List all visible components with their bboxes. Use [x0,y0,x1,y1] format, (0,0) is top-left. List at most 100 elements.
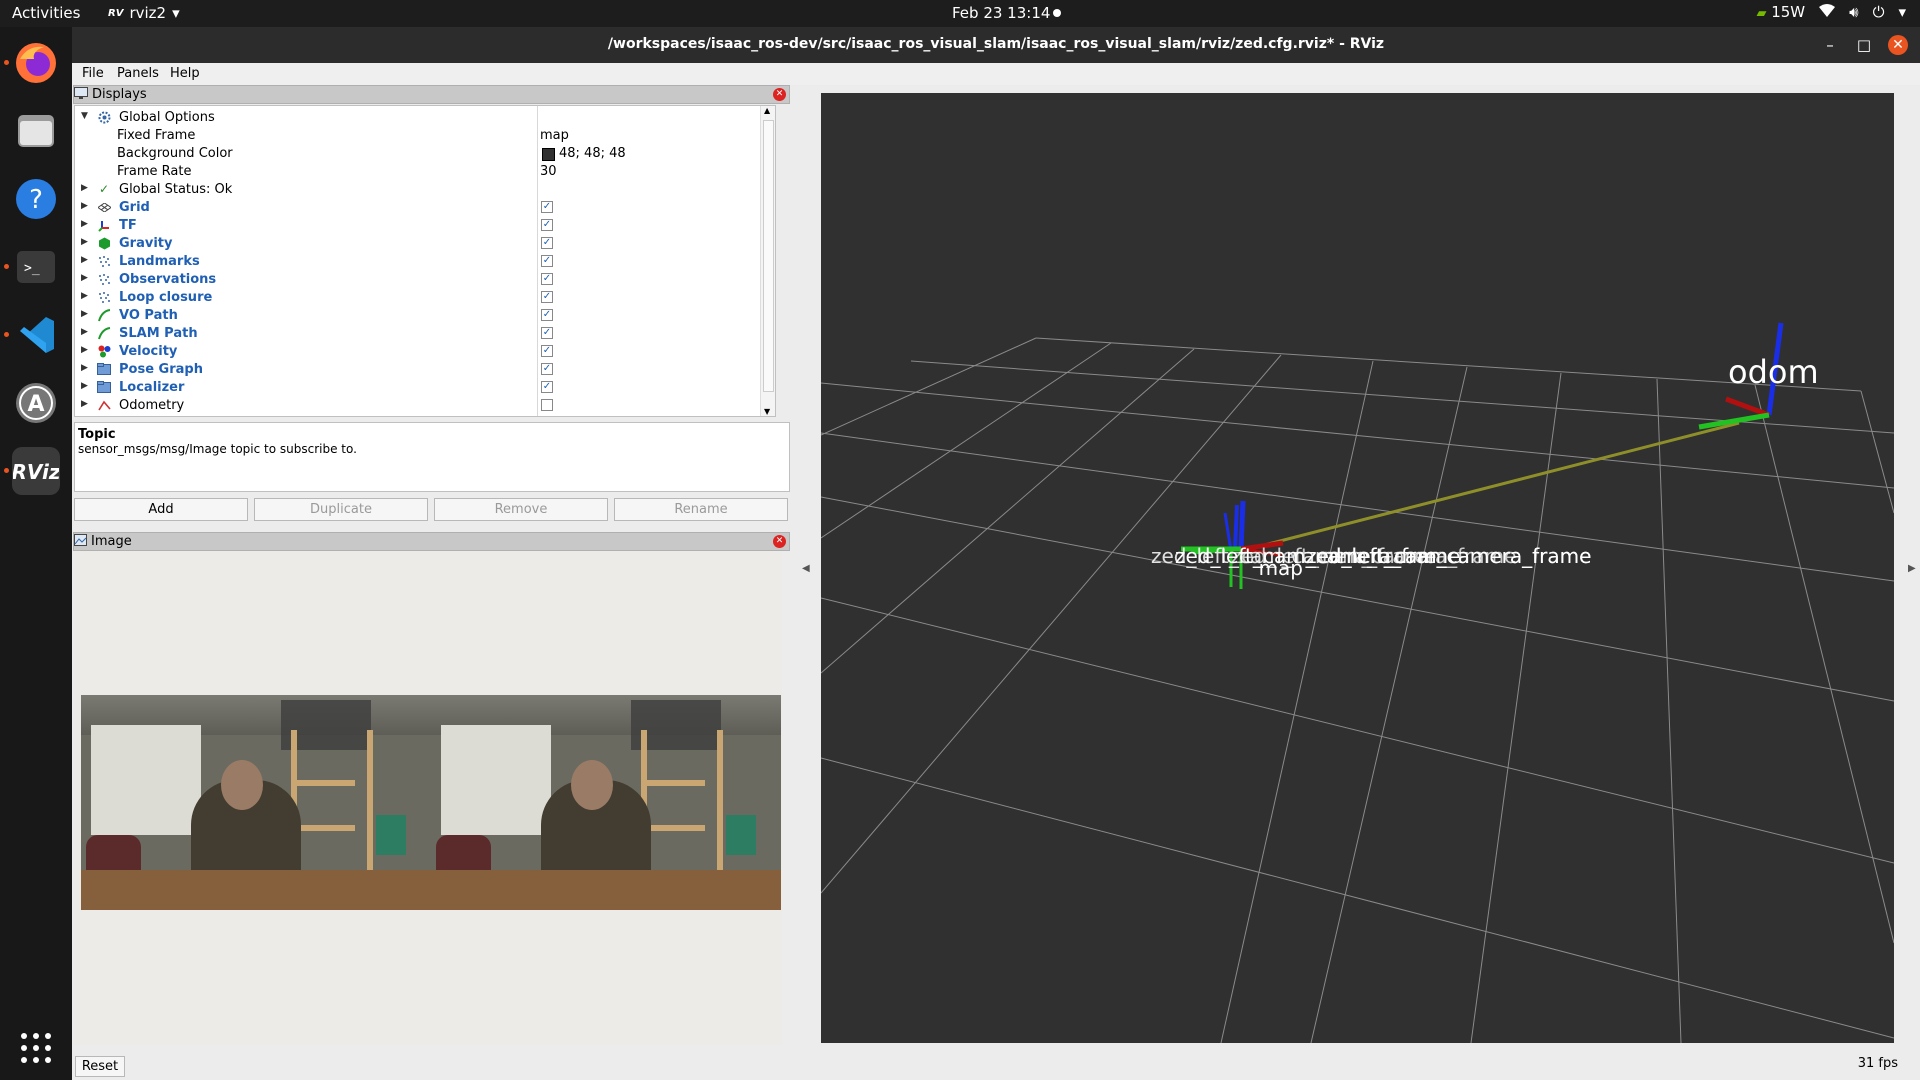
expand-arrow-icon[interactable]: ▶ [81,399,88,409]
collapse-left-icon[interactable]: ◀ [802,563,810,574]
3d-viewport[interactable]: odom zed_left_cam_camera_frame zed_left_… [820,93,1895,1044]
frame-rate-value[interactable]: 30 [540,164,557,179]
enable-checkbox[interactable]: ✓ [541,291,553,303]
vscode-icon[interactable] [12,311,60,359]
wifi-icon[interactable] [1819,3,1836,21]
expand-arrow-icon[interactable]: ▼ [81,111,88,121]
notification-dot-icon [1053,9,1061,17]
displays-panel-header[interactable]: Displays ✕ [73,85,790,104]
add-button[interactable]: Add [74,498,248,521]
remove-button[interactable]: Remove [434,498,608,521]
tree-row-background-color[interactable]: Background Color 48; 48; 48 [75,144,775,162]
app-grid-icon[interactable] [12,1024,60,1072]
tree-label: Global Status: Ok [119,182,233,197]
menu-file[interactable]: File [82,66,104,81]
app-menu[interactable]: RV rviz2 ▾ [108,4,180,22]
tree-row-grid[interactable]: ▶ Grid ✓ [75,198,775,216]
scroll-down-icon[interactable]: ▼ [764,407,770,416]
clock[interactable]: Feb 23 13:14 [952,4,1050,22]
enable-checkbox[interactable]: ✓ [541,201,553,213]
expand-arrow-icon[interactable]: ▶ [81,363,88,373]
tree-row-landmarks[interactable]: ▶ Landmarks ✓ [75,252,775,270]
minimize-button[interactable]: – [1820,35,1840,55]
expand-arrow-icon[interactable]: ▶ [81,273,88,283]
expand-arrow-icon[interactable]: ▶ [81,345,88,355]
enable-checkbox[interactable]: ✓ [541,345,553,357]
reset-button[interactable]: Reset [75,1056,125,1077]
running-indicator [4,332,9,337]
enable-checkbox[interactable]: ✓ [541,363,553,375]
color-swatch[interactable] [542,148,555,161]
scrollbar-thumb[interactable] [763,120,774,392]
tree-row-tf[interactable]: ▶ TF ✓ [75,216,775,234]
tree-row-vo-path[interactable]: ▶ VO Path ✓ [75,306,775,324]
displays-tree[interactable]: ▼ Global Options Fixed Frame map Backgro… [74,105,776,417]
tree-row-slam-path[interactable]: ▶ SLAM Path ✓ [75,324,775,342]
tree-row-global-options[interactable]: ▼ Global Options [75,108,775,126]
menu-panels[interactable]: Panels [117,66,159,81]
expand-arrow-icon[interactable]: ▶ [81,237,88,247]
enable-checkbox[interactable]: ✓ [541,309,553,321]
software-updater-icon[interactable]: A [12,379,60,427]
firefox-icon[interactable] [12,39,60,87]
close-panel-icon[interactable]: ✕ [773,88,786,101]
window-title-bar[interactable]: /workspaces/isaac_ros-dev/src/isaac_ros_… [72,27,1920,63]
svg-text:A: A [27,392,44,417]
duplicate-button[interactable]: Duplicate [254,498,428,521]
enable-checkbox[interactable] [541,399,553,411]
system-tray[interactable]: ▰ 15W 🔊︎ ⏻ ▾ [1756,3,1906,21]
menu-help[interactable]: Help [170,66,200,81]
tree-row-loop-closure[interactable]: ▶ Loop closure ✓ [75,288,775,306]
files-icon[interactable] [12,107,60,155]
tree-row-gravity[interactable]: ▶ Gravity ✓ [75,234,775,252]
window-title: /workspaces/isaac_ros-dev/src/isaac_ros_… [607,36,1385,52]
collapse-right-icon[interactable]: ▶ [1908,563,1916,574]
tree-scrollbar[interactable]: ▲ ▼ [760,106,775,416]
enable-checkbox[interactable]: ✓ [541,381,553,393]
tree-row-observations[interactable]: ▶ Observations ✓ [75,270,775,288]
maximize-button[interactable]: □ [1854,35,1874,55]
expand-arrow-icon[interactable]: ▶ [81,255,88,265]
tree-row-localizer[interactable]: ▶ Localizer ✓ [75,378,775,396]
enable-checkbox[interactable]: ✓ [541,327,553,339]
expand-arrow-icon[interactable]: ▶ [81,327,88,337]
rviz-icon[interactable]: RViz [12,447,60,495]
expand-arrow-icon[interactable]: ▶ [81,183,88,193]
expand-arrow-icon[interactable]: ▶ [81,309,88,319]
marker-icon [97,236,111,250]
tree-row-fixed-frame[interactable]: Fixed Frame map [75,126,775,144]
close-panel-icon[interactable]: ✕ [773,535,786,548]
close-button[interactable]: ✕ [1888,35,1908,55]
terminal-icon[interactable]: >_ [12,243,60,291]
background-color-value[interactable]: 48; 48; 48 [559,146,626,161]
scroll-up-icon[interactable]: ▲ [764,106,770,115]
enable-checkbox[interactable]: ✓ [541,237,553,249]
power-icon[interactable]: ⏻ [1873,3,1885,21]
activities-button[interactable]: Activities [12,4,80,22]
displays-panel-title: Displays [92,87,147,102]
expand-arrow-icon[interactable]: ▶ [81,201,88,211]
tree-row-pose-graph[interactable]: ▶ Pose Graph ✓ [75,360,775,378]
expand-arrow-icon[interactable]: ▶ [81,291,88,301]
property-label: Frame Rate [117,164,192,179]
power-indicator[interactable]: ▰ 15W [1756,3,1805,21]
tree-row-odometry[interactable]: ▶ Odometry [75,396,775,414]
help-icon[interactable]: ? [12,175,60,223]
tree-row-frame-rate[interactable]: Frame Rate 30 [75,162,775,180]
tree-row-global-status[interactable]: ▶ ✓ Global Status: Ok [75,180,775,198]
enable-checkbox[interactable]: ✓ [541,255,553,267]
chevron-down-icon[interactable]: ▾ [1898,3,1906,21]
image-panel-header[interactable]: Image ✕ [73,532,790,551]
camera-frame-labels-overlap: zed_left_cam_camera_frame [1306,544,1591,568]
expand-arrow-icon[interactable]: ▶ [81,381,88,391]
fixed-frame-value[interactable]: map [540,128,569,143]
enable-checkbox[interactable]: ✓ [541,219,553,231]
tree-row-velocity[interactable]: ▶ Velocity ✓ [75,342,775,360]
rename-button[interactable]: Rename [614,498,788,521]
volume-icon[interactable]: 🔊︎ [1849,3,1858,21]
image-view[interactable] [74,551,782,1045]
tree-label: Odometry [119,398,185,413]
expand-arrow-icon[interactable]: ▶ [81,219,88,229]
tree-label: Pose Graph [119,362,203,377]
enable-checkbox[interactable]: ✓ [541,273,553,285]
